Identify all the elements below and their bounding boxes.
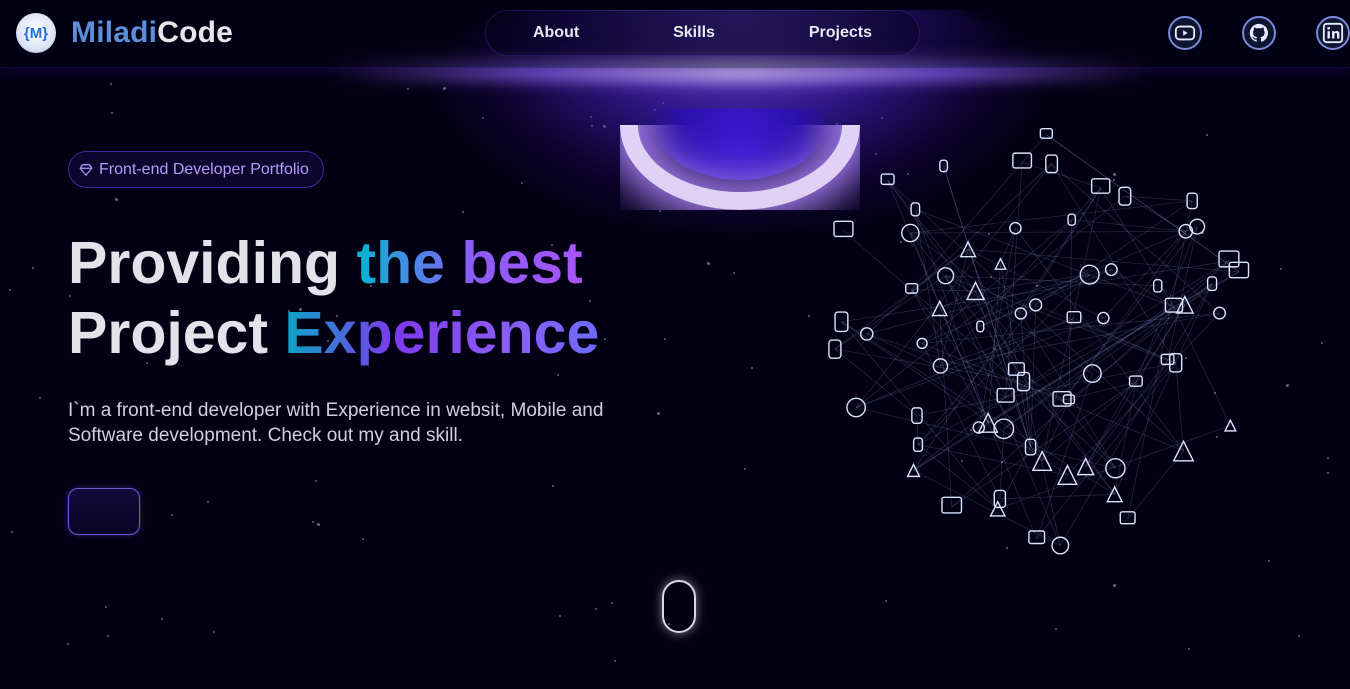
youtube-icon[interactable] — [1168, 16, 1202, 50]
network-node-icon — [939, 159, 949, 173]
diamond-icon — [79, 163, 93, 176]
title-line2-plain: Project — [68, 300, 285, 366]
nav-link-skills[interactable]: Skills — [673, 24, 715, 42]
learn-more-button[interactable] — [68, 488, 140, 535]
badge-label: Front-end Developer Portfolio — [99, 160, 309, 178]
nav-link-projects[interactable]: Projects — [809, 24, 872, 42]
brand-name-part2: Code — [157, 16, 234, 49]
scroll-indicator-icon[interactable] — [662, 580, 696, 633]
network-node-icon — [906, 462, 921, 478]
network-node-icon — [846, 397, 867, 418]
portfolio-badge: Front-end Developer Portfolio — [68, 151, 324, 188]
network-node-icon — [1028, 530, 1046, 545]
logo[interactable]: {M} MiladiCode — [16, 13, 233, 53]
network-node-icon — [833, 220, 854, 238]
title-line1-highlight: the best — [356, 230, 583, 296]
network-node-icon — [834, 311, 849, 333]
linkedin-icon[interactable] — [1316, 16, 1350, 50]
network-node-icon — [1223, 418, 1237, 432]
hero-title: Providing the best Project Experience — [68, 228, 599, 368]
brand-name: MiladiCode — [71, 16, 233, 50]
network-node-icon — [880, 173, 895, 186]
logo-badge-icon: {M} — [16, 13, 56, 53]
nav-link-about[interactable]: About — [533, 24, 579, 42]
network-node-icon — [1039, 127, 1053, 139]
network-node-icon — [910, 202, 921, 217]
github-icon[interactable] — [1242, 16, 1276, 50]
navbar: {M} MiladiCode About Skills Projects — [0, 0, 1350, 68]
title-line1-plain: Providing — [68, 230, 357, 296]
title-line2-highlight: Experience — [284, 300, 600, 366]
network-node-icon — [828, 339, 842, 359]
hero-description: I`m a front-end developer with Experienc… — [68, 400, 604, 446]
brand-name-part1: Miladi — [71, 16, 158, 49]
network-node-icon — [1189, 218, 1206, 235]
tech-network-globe — [828, 127, 1250, 555]
nav-menu: About Skills Projects — [485, 10, 920, 56]
